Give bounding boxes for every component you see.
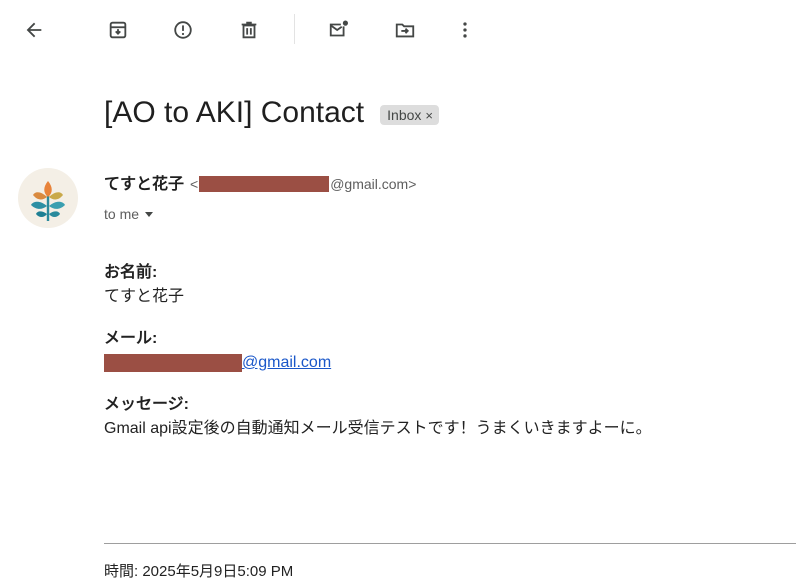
archive-button[interactable] [102, 14, 134, 46]
mark-unread-icon [329, 20, 348, 37]
report-spam-icon [174, 21, 192, 39]
leaf-logo-icon [31, 181, 65, 221]
address-domain: @gmail.com> [330, 176, 417, 192]
mail-field: メール: @gmail.com [104, 328, 784, 376]
mail-link[interactable]: @gmail.com [242, 354, 331, 371]
trash-icon [241, 21, 257, 39]
subject-row: [AO to AKI] Contact Inbox × [104, 96, 439, 130]
caret-down-icon [145, 211, 154, 217]
sender-avatar[interactable] [18, 168, 78, 228]
footer-divider [104, 543, 796, 544]
name-value: てすと花子 [104, 288, 185, 305]
to-me-text: to me [104, 206, 140, 222]
mail-value: @gmail.com [104, 350, 784, 376]
email-body: お名前: てすと花子 メール: @gmail.com メッセージ: Gmail … [104, 262, 784, 460]
redacted-block [104, 353, 242, 372]
sender-name[interactable]: てすと花子 [104, 170, 184, 194]
report-spam-button[interactable] [167, 14, 199, 46]
move-to-folder-icon [395, 23, 415, 38]
email-view: [AO to AKI] Contact Inbox × てすと花子 < @gma… [0, 0, 796, 583]
email-subject: [AO to AKI] Contact [104, 96, 365, 129]
message-label: メッセージ: [104, 396, 190, 413]
email-toolbar [0, 0, 796, 60]
toolbar-divider [294, 14, 295, 44]
more-options-button[interactable] [449, 14, 481, 46]
archive-icon [109, 21, 127, 39]
inbox-label-chip[interactable]: Inbox × [380, 105, 439, 125]
delete-button[interactable] [233, 14, 265, 46]
mark-unread-button[interactable] [323, 14, 355, 46]
label-text: Inbox [387, 107, 422, 123]
timestamp-text: 時間: 2025年5月9日5:09 PM [104, 563, 294, 580]
sender-address: < @gmail.com> [190, 176, 416, 192]
mail-label: メール: [104, 330, 158, 347]
redacted-block [199, 176, 330, 192]
more-vertical-icon [463, 22, 467, 38]
move-to-button[interactable] [389, 14, 421, 46]
arrow-left-icon [26, 22, 42, 38]
sender-line: てすと花子 < @gmail.com> [104, 170, 416, 194]
name-label: お名前: [104, 264, 158, 281]
name-field: お名前: てすと花子 [104, 262, 784, 310]
remove-label-icon[interactable]: × [425, 108, 433, 123]
address-open-bracket: < [190, 176, 199, 192]
recipient-details-toggle[interactable]: to me [104, 206, 154, 222]
message-value: Gmail api設定後の自動通知メール受信テストです！うまくいきますよーに。 [104, 420, 652, 437]
back-button[interactable] [18, 14, 50, 46]
message-field: メッセージ: Gmail api設定後の自動通知メール受信テストです！うまくいき… [104, 394, 784, 442]
